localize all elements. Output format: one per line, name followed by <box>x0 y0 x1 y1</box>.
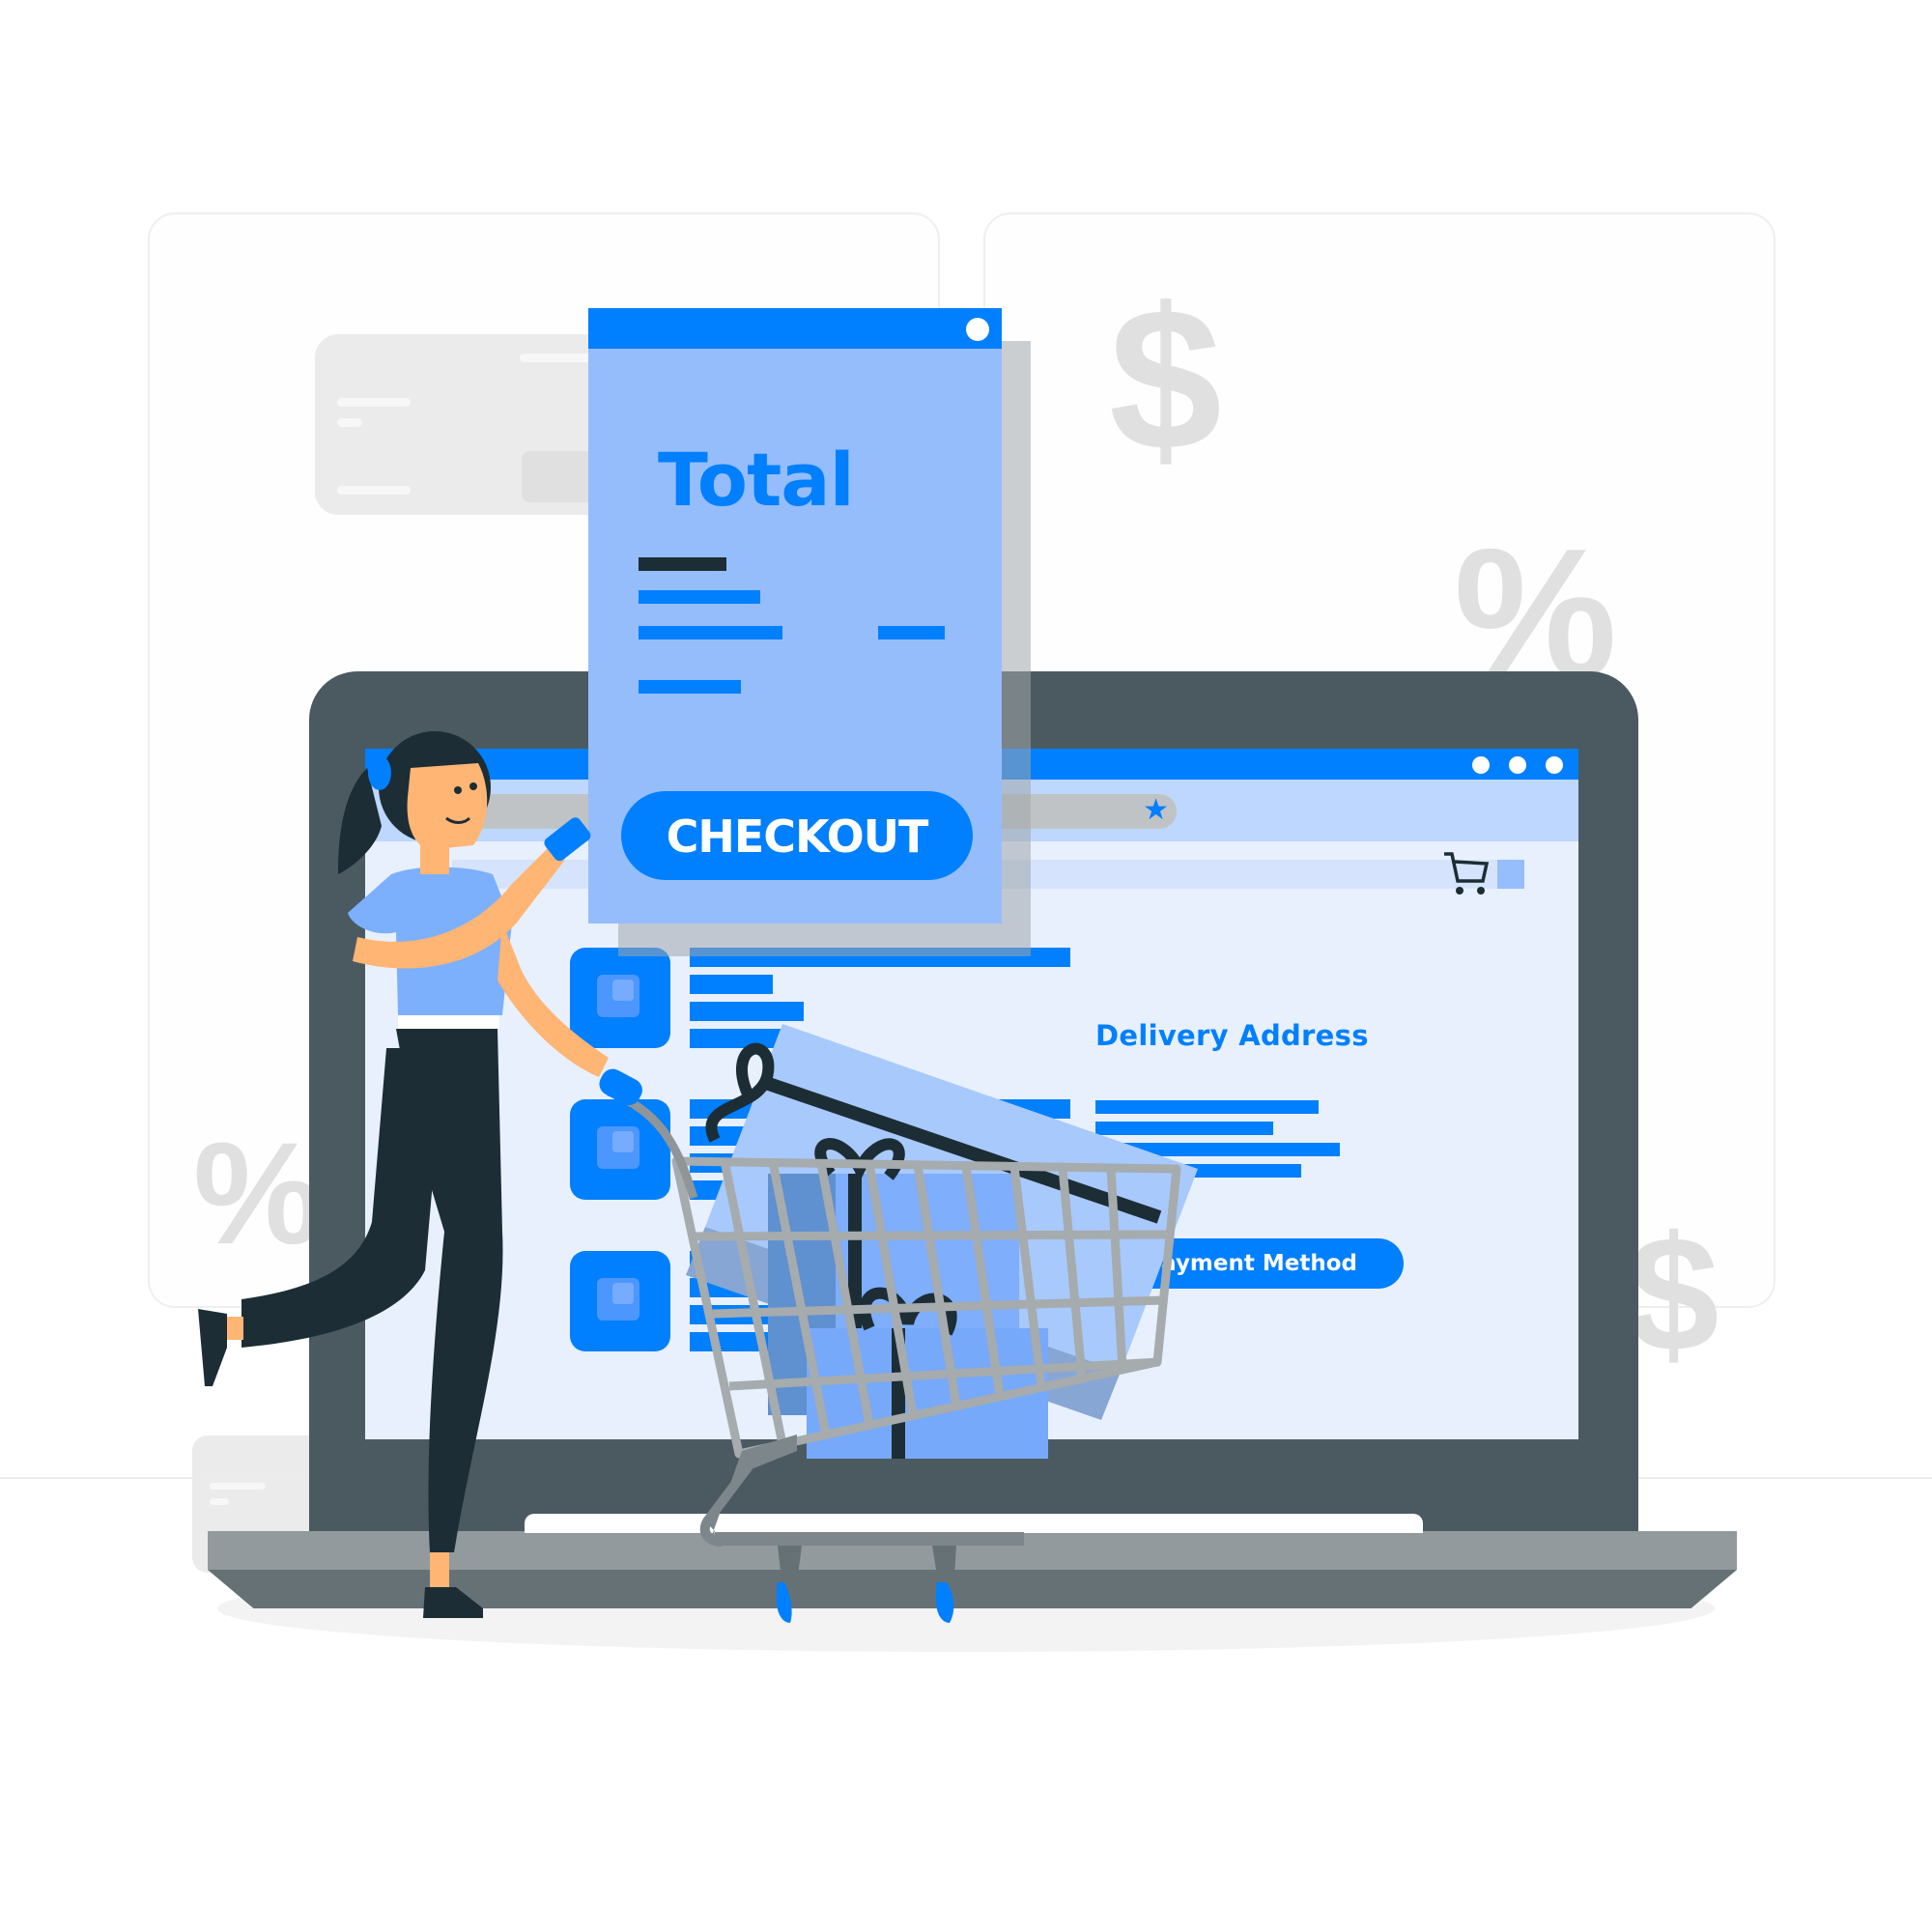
ghost-credit-card <box>315 334 634 515</box>
eye <box>469 782 477 790</box>
checkout-button[interactable]: CHECKOUT <box>621 791 973 880</box>
window-control-dot[interactable] <box>1509 756 1526 774</box>
star-icon[interactable]: ★ <box>1143 796 1169 825</box>
shoe-front <box>423 1587 483 1618</box>
receipt-line-dark <box>639 557 726 571</box>
shopping-cart-icon[interactable] <box>1442 850 1491 898</box>
ghost-line <box>337 486 411 495</box>
face <box>407 763 488 850</box>
pants-front-leg <box>396 1029 503 1552</box>
window-control-dot[interactable] <box>1472 756 1490 774</box>
arm-pushing <box>497 923 609 1077</box>
ghost-line <box>337 398 411 407</box>
cart-frame-rail <box>699 1463 753 1547</box>
cart-frame <box>705 1435 797 1541</box>
shopper-character <box>198 731 609 1618</box>
shoe-back <box>198 1309 227 1386</box>
search-button[interactable] <box>1497 860 1524 889</box>
window-control-dot[interactable] <box>1546 756 1563 774</box>
product-detail-line <box>690 975 773 994</box>
eye <box>454 786 462 794</box>
receipt-line <box>639 626 782 639</box>
dollar-sign-icon: $ <box>1109 266 1222 493</box>
belt <box>398 1015 499 1029</box>
dollar-sign-icon: $ <box>1628 1203 1719 1386</box>
receipt-header-bar <box>588 308 1002 349</box>
shopping-cart-illustration <box>599 1024 1198 1623</box>
ankle <box>430 1552 449 1587</box>
receipt-line <box>639 680 741 694</box>
receipt-amount-line <box>878 626 945 639</box>
hair-tie <box>368 755 391 790</box>
receipt-line <box>639 590 760 604</box>
total-heading: Total <box>658 437 855 523</box>
cart-base <box>715 1532 1024 1546</box>
ghost-line <box>337 418 362 427</box>
order-summary-receipt: Total CHECKOUT <box>588 308 1002 923</box>
receipt-close-dot[interactable] <box>966 318 989 341</box>
